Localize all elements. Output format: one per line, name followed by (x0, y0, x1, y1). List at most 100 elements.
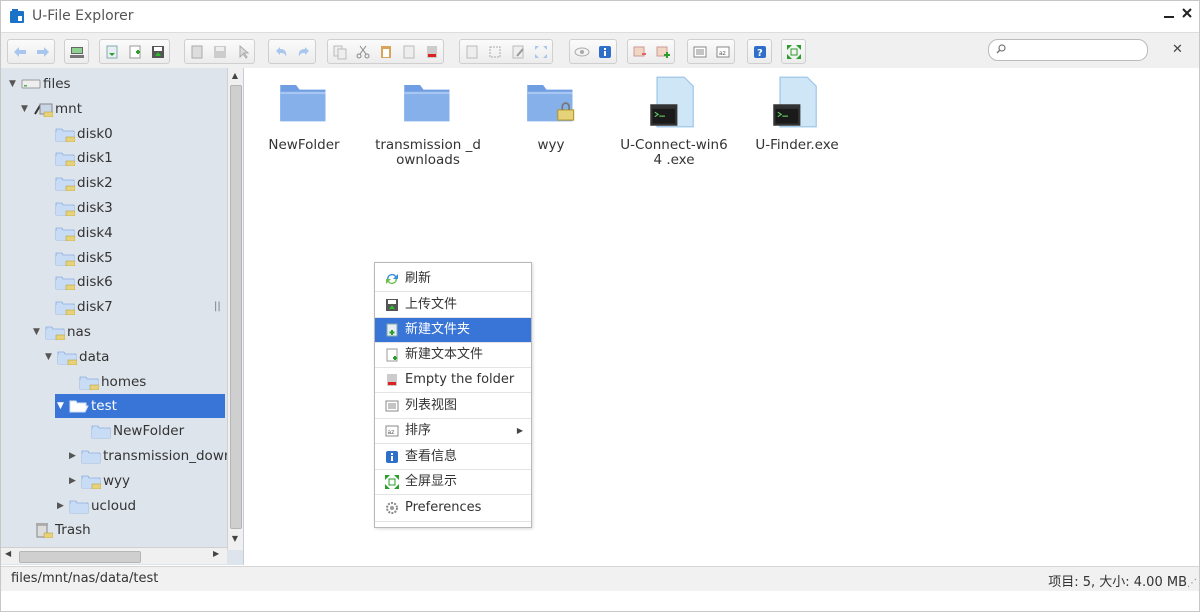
menu-item-refresh[interactable]: 刷新 (375, 267, 531, 292)
sort-button[interactable]: az (711, 40, 734, 63)
forward-button[interactable] (31, 40, 54, 63)
select-all-button[interactable] (483, 40, 506, 63)
tree-item-disk0[interactable]: disk0 (1, 122, 227, 146)
new-folder-icon (384, 322, 400, 338)
tree-item-label: Trash (55, 522, 91, 539)
tree-item-mnt[interactable]: ▼ mnt (1, 97, 227, 121)
preview-button[interactable] (570, 40, 593, 63)
tree-item-newfolder[interactable]: NewFolder (1, 419, 227, 443)
tree-item-disk5[interactable]: disk5 (1, 246, 227, 270)
tree-item-wyy[interactable]: ▶ wyy (1, 469, 227, 493)
menu-item-new-folder[interactable]: 新建文件夹 (375, 318, 531, 343)
window-close-button[interactable] (1179, 7, 1195, 23)
submenu-arrow-icon: ▶ (516, 426, 523, 435)
delete-button[interactable] (420, 40, 443, 63)
menu-item-new-text-file[interactable]: 新建文本文件 (375, 343, 531, 368)
list-view-button[interactable] (688, 40, 711, 63)
tree-horizontal-scrollbar[interactable]: ◀ ▶ (1, 547, 227, 564)
new-text-file-icon (384, 347, 400, 363)
tree-item-disk4[interactable]: disk4 (1, 221, 227, 245)
tree-item-disk3[interactable]: disk3 (1, 196, 227, 220)
fullscreen-button[interactable] (782, 40, 805, 63)
expand-arrow-icon[interactable]: ▼ (45, 345, 55, 369)
tree-item-label: disk0 (77, 125, 113, 142)
search-input[interactable] (1009, 41, 1143, 59)
item-count-size: 项目: 5, 大小: 4.00 MB (1048, 575, 1187, 590)
tree-hscroll-thumb[interactable] (19, 551, 141, 563)
redo-button[interactable] (292, 40, 315, 63)
duplicate-button[interactable] (397, 40, 420, 63)
refresh-icon (384, 271, 400, 287)
expand-arrow-icon[interactable]: ▼ (57, 394, 67, 418)
open-button[interactable] (185, 40, 208, 63)
help-button[interactable]: ? (748, 40, 771, 63)
executable-file-icon (771, 76, 823, 128)
menu-item-empty-folder[interactable]: Empty the folder (375, 368, 531, 393)
extract-button[interactable] (628, 40, 651, 63)
rename-button[interactable] (460, 40, 483, 63)
menu-item-list-view[interactable]: 列表视图 (375, 394, 531, 419)
svg-text:az: az (719, 50, 726, 57)
window-resize-grip-icon[interactable]: ⋰ (1187, 578, 1197, 589)
menu-item-info[interactable]: 查看信息 (375, 445, 531, 470)
compress-button[interactable] (651, 40, 674, 63)
new-file-button[interactable] (123, 40, 146, 63)
close-toolbar-button[interactable]: ✕ (1172, 42, 1183, 57)
edit-button[interactable] (506, 40, 529, 63)
minimize-button[interactable] (1161, 7, 1177, 23)
scroll-right-arrow-icon[interactable]: ▶ (213, 549, 219, 558)
menu-item-sort[interactable]: az 排序 ▶ (375, 419, 531, 444)
copy-button[interactable] (328, 40, 351, 63)
resize-button[interactable] (529, 40, 552, 63)
file-item-u-connect-win64-exe[interactable]: U-Connect-win64 .exe (619, 76, 729, 168)
save-button[interactable] (208, 40, 231, 63)
tree-item-nas[interactable]: ▼ nas (1, 320, 227, 344)
scroll-left-arrow-icon[interactable]: ◀ (5, 549, 11, 558)
tree-vertical-scrollbar[interactable]: ▲ ▼ (227, 68, 243, 550)
undo-button[interactable] (269, 40, 292, 63)
tree-item-homes[interactable]: homes (1, 370, 227, 394)
collapse-arrow-icon[interactable]: ▶ (69, 444, 79, 468)
file-item-transmission-downloads[interactable]: transmission _downloads (373, 76, 483, 168)
tree-item-ucloud[interactable]: ▶ ucloud (1, 494, 227, 518)
collapse-arrow-icon[interactable]: ▶ (69, 469, 79, 493)
menu-item-gear[interactable]: Preferences (375, 496, 531, 522)
file-item-wyy[interactable]: wyy (496, 76, 606, 153)
tree-item-label: wyy (103, 472, 131, 489)
tree-item-disk2[interactable]: disk2 (1, 171, 227, 195)
expand-arrow-icon[interactable]: ▼ (33, 320, 43, 344)
upload-button[interactable] (146, 40, 169, 63)
paste-icon (380, 45, 391, 58)
tree-item-transmission-down[interactable]: ▶ transmission_down (1, 444, 232, 468)
expand-arrow-icon[interactable]: ▼ (21, 97, 31, 121)
tree-item-test[interactable]: ▼ test (55, 394, 225, 419)
paste-button[interactable] (374, 40, 397, 63)
tree-item-disk7[interactable]: disk7 (1, 295, 227, 319)
app-window: U-File Explorer az ? ✕ ▼ files ▼ mnt dis… (0, 0, 1200, 612)
file-item-u-finder-exe[interactable]: U-Finder.exe (742, 76, 852, 153)
menu-item-fullscreen[interactable]: 全屏显示 (375, 470, 531, 495)
nas-folder-icon (55, 250, 76, 266)
tree-item-disk6[interactable]: disk6 (1, 270, 227, 294)
tree-scroll-thumb[interactable] (230, 85, 242, 529)
tree-item-files[interactable]: ▼ files (1, 72, 227, 96)
back-button[interactable] (8, 40, 31, 63)
menu-item-upload[interactable]: 上传文件 (375, 293, 531, 318)
cut-button[interactable] (351, 40, 374, 63)
download-button[interactable] (100, 40, 123, 63)
tree-resize-handle[interactable]: || (214, 301, 221, 312)
tree-item-disk1[interactable]: disk1 (1, 146, 227, 170)
file-item-newfolder[interactable]: NewFolder (249, 76, 359, 153)
collapse-arrow-icon[interactable]: ▶ (57, 494, 67, 518)
home-button[interactable] (65, 40, 88, 63)
tree-item-trash[interactable]: Trash (1, 518, 227, 542)
scroll-up-arrow-icon[interactable]: ▲ (230, 71, 240, 80)
expand-arrow-icon[interactable]: ▼ (9, 72, 19, 96)
tree-item-data[interactable]: ▼ data (1, 345, 227, 369)
folder-tree: ▼ files ▼ mnt disk0 disk1 disk2 disk3 disk4 disk5… (1, 68, 244, 565)
scroll-down-arrow-icon[interactable]: ▼ (230, 534, 240, 543)
info-button[interactable] (593, 40, 616, 63)
select-button[interactable] (231, 40, 254, 63)
folder-icon (91, 423, 111, 439)
nas-folder-icon (55, 200, 76, 217)
